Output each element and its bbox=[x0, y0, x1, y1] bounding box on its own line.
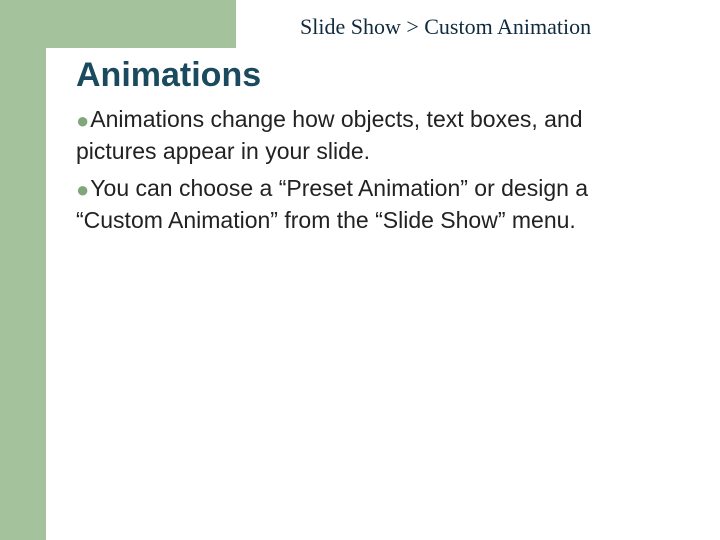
breadcrumb: Slide Show > Custom Animation bbox=[300, 14, 591, 40]
slide-title: Animations bbox=[76, 56, 261, 95]
top-left-box-decoration bbox=[46, 0, 236, 48]
bullet-item: ●Animations change how objects, text box… bbox=[76, 104, 636, 167]
bullet-text: You can choose a “Preset Animation” or d… bbox=[76, 175, 588, 233]
left-sidebar-decoration bbox=[0, 0, 46, 540]
bullet-dot-icon: ● bbox=[76, 177, 89, 202]
bullet-dot-icon: ● bbox=[76, 108, 89, 133]
bullet-item: ●You can choose a “Preset Animation” or … bbox=[76, 173, 636, 236]
bullet-text: Animations change how objects, text boxe… bbox=[76, 106, 583, 164]
bullet-body: ●Animations change how objects, text box… bbox=[76, 104, 636, 242]
